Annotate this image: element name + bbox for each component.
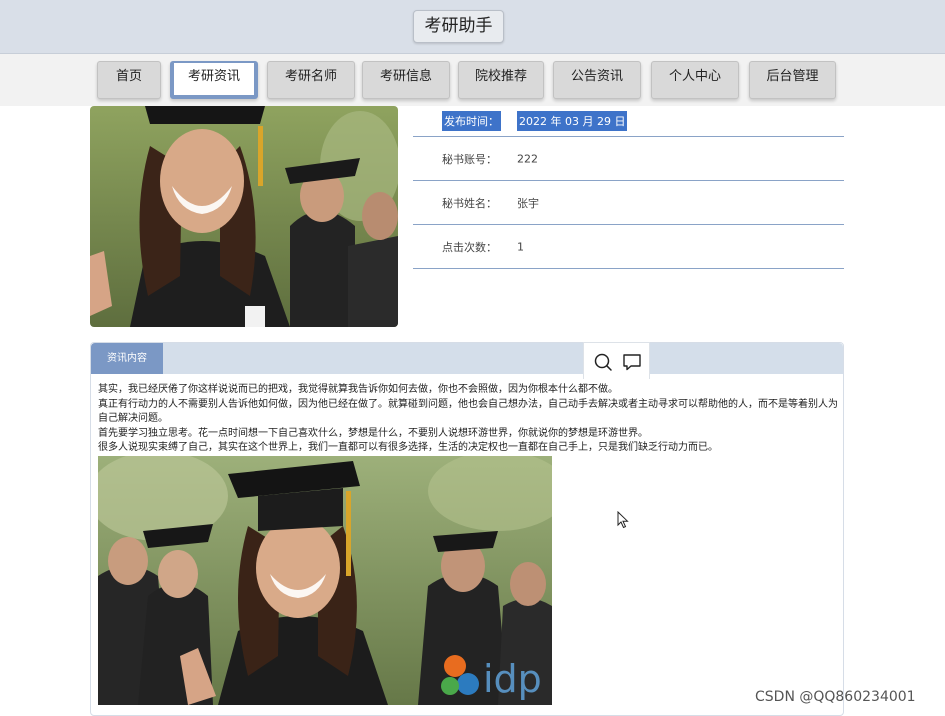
news-content-panel: 资讯内容 其实，我已经厌倦了你这样说说而已的把戏，我觉得就算我告诉你如何去做，你… [90, 342, 844, 716]
news-content-text: 其实，我已经厌倦了你这样说说而已的把戏，我觉得就算我告诉你如何去做，你也不会照做… [98, 383, 838, 456]
news-detail-table: 发布时间： 2022 年 03 月 29 日 秘书账号： 222 秘书姓名： 张… [413, 106, 844, 269]
content-paragraph: 其实，我已经厌倦了你这样说说而已的把戏，我觉得就算我告诉你如何去做，你也不会照做… [98, 384, 618, 395]
panel-header: 资讯内容 [91, 343, 843, 374]
floating-toolbar [583, 342, 650, 379]
nav-item-profile[interactable]: 个人中心 [651, 61, 739, 99]
news-content-image: idp [98, 456, 552, 705]
detail-row-publish-time: 发布时间： 2022 年 03 月 29 日 [413, 106, 844, 137]
detail-row-clicks: 点击次数： 1 [413, 225, 844, 269]
logo-text: idp [483, 657, 542, 701]
tab-news-content[interactable]: 资讯内容 [91, 343, 163, 374]
nav-item-admin[interactable]: 后台管理 [749, 61, 836, 99]
app-title: 考研助手 [413, 10, 504, 43]
nav-item-notices[interactable]: 公告资讯 [553, 61, 641, 99]
app-header: 考研助手 [0, 0, 945, 54]
watermark: CSDN @QQ860234001 [755, 689, 916, 705]
detail-value: 张宇 [517, 196, 539, 210]
nav-item-teachers[interactable]: 考研名师 [267, 61, 355, 99]
news-cover-image [90, 106, 398, 327]
main-nav: 首页 考研资讯 考研名师 考研信息 院校推荐 公告资讯 个人中心 后台管理 [0, 54, 945, 106]
comment-icon[interactable] [622, 352, 642, 372]
content-paragraph: 真正有行动力的人不需要别人告诉他如何做，因为他已经在做了。就算碰到问题，他也会自… [98, 398, 838, 425]
search-icon[interactable] [593, 352, 613, 372]
mouse-cursor-icon [617, 511, 629, 529]
nav-item-news[interactable]: 考研资讯 [170, 61, 258, 99]
detail-label: 发布时间： [442, 111, 501, 131]
detail-row-name: 秘书姓名： 张宇 [413, 181, 844, 225]
detail-value: 2022 年 03 月 29 日 [517, 111, 628, 131]
detail-label: 秘书姓名： [442, 196, 497, 210]
detail-value: 222 [517, 152, 538, 165]
content-paragraph: 首先要学习独立思考。花一点时间想一下自己喜欢什么，梦想是什么，不要别人说想环游世… [98, 427, 648, 439]
nav-item-home[interactable]: 首页 [97, 61, 161, 99]
detail-label: 秘书账号： [442, 152, 497, 166]
detail-row-account: 秘书账号： 222 [413, 137, 844, 181]
content-paragraph: 很多人说现实束缚了自己，其实在这个世界上，我们一直都可以有很多选择，生活的决定权… [98, 442, 718, 454]
nav-item-info[interactable]: 考研信息 [362, 61, 450, 99]
detail-value: 1 [517, 240, 524, 253]
nav-item-schools[interactable]: 院校推荐 [458, 61, 544, 99]
detail-label: 点击次数： [442, 240, 497, 254]
